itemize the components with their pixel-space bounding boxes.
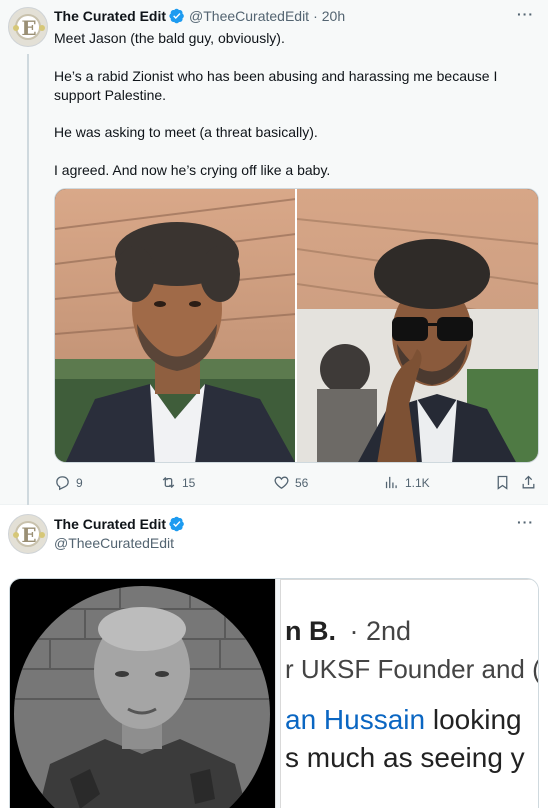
author-name[interactable]: The Curated Edit	[54, 515, 166, 533]
media-photo-portrait[interactable]	[10, 579, 275, 808]
post-text-line-2: s much as seeing y	[285, 742, 525, 773]
repost-button[interactable]: 15	[160, 474, 195, 491]
dot-separator: ·	[313, 8, 318, 24]
verified-badge-icon	[169, 8, 184, 24]
author-avatar[interactable]: E	[8, 514, 48, 554]
verified-badge-icon	[169, 516, 184, 532]
tweet-paragraph: Meet Jason (the bald guy, obviously).	[54, 30, 285, 46]
mention-link: an Hussain	[285, 704, 426, 735]
media-photo-1[interactable]	[55, 189, 295, 462]
author-handle[interactable]: @TheeCuratedEdit	[189, 7, 309, 25]
tweet-text: He’s a rabid Zionist who has been abusin…	[54, 67, 524, 105]
profile-name-text: n B.	[285, 616, 336, 646]
post-text-line-1: an Hussain looking	[285, 704, 522, 736]
author-avatar[interactable]: E	[8, 7, 48, 47]
views-icon	[385, 476, 397, 489]
tweet-header: The Curated Edit @TheeCuratedEdit · 20h	[54, 7, 345, 25]
like-count: 56	[295, 475, 309, 490]
reply-count: 9	[76, 475, 83, 490]
more-icon[interactable]: ···	[517, 6, 534, 22]
tweet-paragraph: I agreed. And now he’s crying off like a…	[54, 162, 331, 178]
author-name[interactable]: The Curated Edit	[54, 7, 166, 25]
reply-icon	[56, 476, 69, 491]
tweet-media[interactable]: n B. · 2nd r UKSF Founder and ( an Hussa…	[9, 578, 539, 808]
tweet-text: He was asking to meet (a threat basicall…	[54, 123, 524, 142]
author-handle[interactable]: @TheeCuratedEdit	[54, 535, 174, 551]
like-icon	[274, 476, 289, 489]
tweet-paragraph: He’s a rabid Zionist who has been abusin…	[54, 68, 498, 103]
views-button[interactable]: 1.1K	[383, 474, 430, 491]
repost-icon	[162, 476, 175, 489]
timestamp[interactable]: 20h	[322, 7, 345, 25]
tweet-actions: 9 15 56 1.1K	[54, 474, 540, 494]
share-icon	[522, 475, 535, 489]
like-button[interactable]: 56	[273, 474, 308, 491]
bookmark-button[interactable]	[494, 474, 516, 491]
linkedin-card: n B. · 2nd r UKSF Founder and ( an Hussa…	[280, 579, 539, 808]
portrait-photo-image	[10, 579, 275, 808]
tweet-text: Meet Jason (the bald guy, obviously).	[54, 29, 524, 48]
post-text-fragment: looking	[425, 704, 522, 735]
reply-button[interactable]: 9	[54, 474, 83, 491]
thread-line	[27, 54, 29, 505]
tweet-paragraph: He was asking to meet (a threat basicall…	[54, 124, 318, 140]
bookmark-icon	[497, 475, 508, 490]
repost-count: 15	[182, 475, 196, 490]
selfie-photo-image	[55, 189, 295, 462]
media-photo-2[interactable]	[296, 189, 538, 462]
profile-name-fragment: n B. · 2nd	[285, 616, 411, 647]
profile-headline-fragment: r UKSF Founder and (	[285, 654, 539, 684]
tweet-header: The Curated Edit	[54, 515, 189, 533]
avatar-logo-icon: E	[21, 16, 37, 40]
views-count: 1.1K	[405, 475, 430, 490]
tweet-text: I agreed. And now he’s crying off like a…	[54, 161, 524, 180]
tweet-media[interactable]	[54, 188, 539, 463]
connection-degree: · 2nd	[349, 616, 412, 646]
linkedin-screenshot: n B. · 2nd r UKSF Founder and ( an Hussa…	[275, 579, 539, 808]
share-button[interactable]	[520, 474, 542, 491]
tweet-1[interactable]: E The Curated Edit @TheeCuratedEdit · 20…	[0, 0, 548, 505]
sunglasses-photo-image	[296, 189, 538, 462]
avatar-logo-icon: E	[21, 523, 37, 547]
more-icon[interactable]: ···	[517, 514, 534, 530]
